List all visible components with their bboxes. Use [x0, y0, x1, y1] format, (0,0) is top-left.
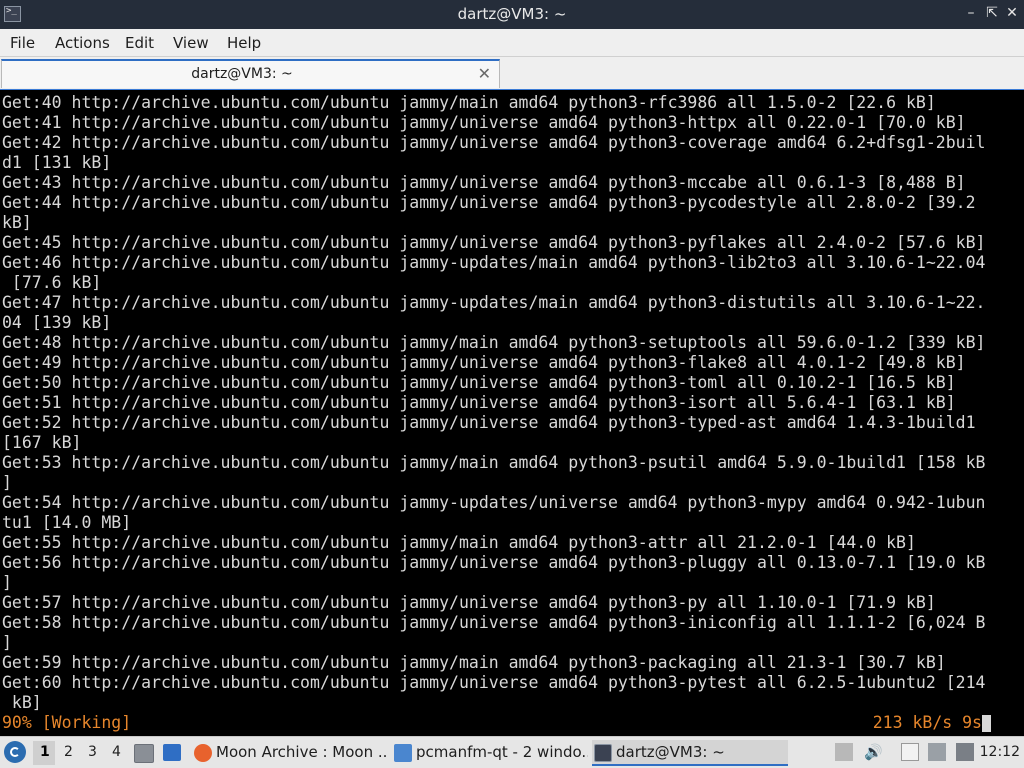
desktop-1-button[interactable]: 1 — [40, 744, 50, 760]
terminal-scrollbar[interactable] — [998, 90, 1024, 736]
download-speed: 213 kB/s 9s — [872, 713, 982, 732]
desktop-2-button[interactable]: 2 — [64, 744, 73, 760]
terminal-line: tu1 [14.0 MB] — [2, 513, 132, 532]
terminal-line: Get:42 http://archive.ubuntu.com/ubuntu … — [2, 133, 986, 152]
terminal-line: d1 [131 kB] — [2, 153, 112, 172]
menu-file[interactable]: File — [10, 34, 35, 52]
terminal-line: kB] — [2, 213, 32, 232]
terminal-line: Get:60 http://archive.ubuntu.com/ubuntu … — [2, 673, 986, 692]
progress-status: 90% [Working] — [2, 713, 132, 732]
terminal-line: Get:58 http://archive.ubuntu.com/ubuntu … — [2, 613, 986, 632]
clock: 12:12 — [979, 744, 1020, 760]
terminal-line: Get:48 http://archive.ubuntu.com/ubuntu … — [2, 333, 986, 352]
menu-view[interactable]: View — [173, 34, 209, 52]
folder-icon — [394, 744, 412, 762]
terminal-line: Get:57 http://archive.ubuntu.com/ubuntu … — [2, 593, 936, 612]
terminal-output: Get:40 http://archive.ubuntu.com/ubuntu … — [2, 93, 997, 713]
network-icon[interactable] — [928, 743, 946, 761]
terminal-cursor — [982, 715, 991, 732]
terminal-line: Get:51 http://archive.ubuntu.com/ubuntu … — [2, 393, 956, 412]
tab-terminal[interactable]: dartz@VM3: ~ ✕ — [1, 59, 500, 88]
menu-help[interactable]: Help — [227, 34, 261, 52]
tab-close-icon[interactable]: ✕ — [478, 64, 491, 83]
terminal-line: Get:56 http://archive.ubuntu.com/ubuntu … — [2, 553, 986, 572]
task-firefox[interactable]: Moon Archive : Moon ... — [192, 740, 388, 766]
terminal-line: Get:41 http://archive.ubuntu.com/ubuntu … — [2, 113, 966, 132]
terminal-line: 04 [139 kB] — [2, 313, 112, 332]
removable-drive-icon[interactable] — [835, 743, 853, 761]
window-title: dartz@VM3: ~ — [457, 5, 567, 23]
terminal-line: Get:55 http://archive.ubuntu.com/ubuntu … — [2, 533, 916, 552]
terminal-view[interactable]: Get:40 http://archive.ubuntu.com/ubuntu … — [0, 89, 1024, 736]
menubar: File Actions Edit View Help — [0, 29, 1024, 57]
taskbar: 1 2 3 4 Moon Archive : Moon ... pcmanfm-… — [0, 736, 1024, 768]
terminal-line: Get:44 http://archive.ubuntu.com/ubuntu … — [2, 193, 976, 212]
terminal-line: Get:53 http://archive.ubuntu.com/ubuntu … — [2, 453, 986, 472]
minimize-icon[interactable]: – — [963, 5, 979, 21]
terminal-line: Get:46 http://archive.ubuntu.com/ubuntu … — [2, 253, 986, 272]
menu-actions[interactable]: Actions — [55, 34, 110, 52]
task-pcmanfm[interactable]: pcmanfm-qt - 2 windo... — [392, 740, 588, 766]
task-label: Moon Archive : Moon ... — [216, 743, 388, 761]
apt-status-line: 90% [Working] 213 kB/s 9s — [2, 713, 997, 733]
terminal-line: Get:43 http://archive.ubuntu.com/ubuntu … — [2, 173, 966, 192]
terminal-line: Get:59 http://archive.ubuntu.com/ubuntu … — [2, 653, 946, 672]
desktop-3-button[interactable]: 3 — [88, 744, 97, 760]
tab-bar: dartz@VM3: ~ ✕ — [0, 57, 1024, 89]
terminal-line: Get:45 http://archive.ubuntu.com/ubuntu … — [2, 233, 986, 252]
desktop-4-button[interactable]: 4 — [112, 744, 121, 760]
terminal-line: Get:54 http://archive.ubuntu.com/ubuntu … — [2, 493, 986, 512]
terminal-line: Get:40 http://archive.ubuntu.com/ubuntu … — [2, 93, 936, 112]
task-terminal[interactable]: dartz@VM3: ~ — [592, 740, 788, 766]
desktop-icon[interactable] — [163, 744, 181, 761]
task-label: dartz@VM3: ~ — [616, 743, 725, 761]
close-icon[interactable]: ✕ — [1004, 5, 1020, 21]
clipboard-icon[interactable] — [901, 743, 919, 761]
terminal-line: Get:49 http://archive.ubuntu.com/ubuntu … — [2, 353, 966, 372]
terminal-line: Get:50 http://archive.ubuntu.com/ubuntu … — [2, 373, 956, 392]
window-titlebar: dartz@VM3: ~ – ⇱ ✕ — [0, 0, 1024, 29]
terminal-line: [77.6 kB] — [2, 273, 102, 292]
terminal-line: Get:52 http://archive.ubuntu.com/ubuntu … — [2, 413, 976, 432]
task-label: pcmanfm-qt - 2 windo... — [416, 743, 588, 761]
terminal-line: Get:47 http://archive.ubuntu.com/ubuntu … — [2, 293, 986, 312]
firefox-icon — [194, 744, 212, 762]
menu-edit[interactable]: Edit — [125, 34, 154, 52]
keyboard-icon[interactable] — [956, 743, 974, 761]
terminal-line: [167 kB] — [2, 433, 82, 452]
file-manager-icon[interactable] — [134, 744, 154, 763]
volume-icon[interactable]: 🔊 — [864, 743, 883, 761]
restore-icon[interactable]: ⇱ — [984, 5, 1000, 21]
tab-label: dartz@VM3: ~ — [191, 66, 293, 82]
start-menu-icon[interactable] — [4, 741, 26, 763]
terminal-line: kB] — [2, 693, 42, 712]
terminal-line: ] — [2, 573, 12, 592]
terminal-line: ] — [2, 633, 12, 652]
terminal-line: ] — [2, 473, 12, 492]
terminal-icon — [594, 744, 612, 762]
